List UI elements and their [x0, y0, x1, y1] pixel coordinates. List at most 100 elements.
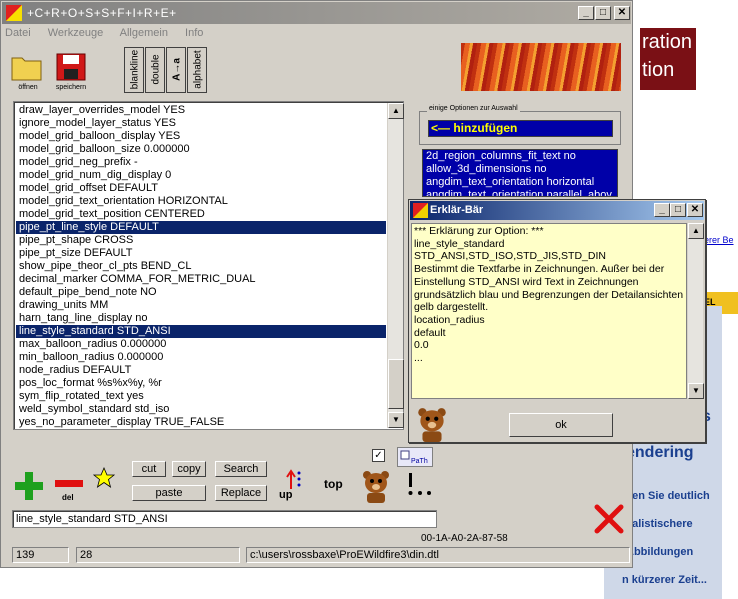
list-item[interactable]: model_grid_text_orientation HORIZONTAL [16, 195, 386, 208]
list-item[interactable]: model_grid_text_position CENTERED [16, 208, 386, 221]
list-item[interactable]: decimal_marker COMMA_FOR_METRIC_DUAL [16, 273, 386, 286]
explanation-line: gelb dargestellt. [414, 301, 489, 314]
close-button[interactable]: ✕ [614, 6, 630, 20]
explanation-line: STD_ANSI,STD_ISO,STD_JIS,STD_DIN [414, 250, 606, 263]
status-path: c:\users\rossbaxe\ProEWildfire3\din.dtl [246, 547, 630, 563]
option-checkbox[interactable]: ✓ [372, 449, 385, 462]
list-item[interactable]: sym_flip_rotated_text yes [16, 390, 386, 403]
list-item[interactable]: drawing_units MM [16, 299, 386, 312]
list-item[interactable]: harn_tang_line_display no [16, 312, 386, 325]
list-item[interactable]: model_grid_balloon_size 0.000000 [16, 143, 386, 156]
explanation-line: ... [414, 352, 423, 365]
search-button[interactable]: Search [215, 461, 267, 477]
list-item[interactable]: yes_no_parameter_display TRUE_FALSE [16, 416, 386, 429]
edit-field[interactable]: line_style_standard STD_ANSI [12, 510, 437, 528]
path-label: PaTh [411, 458, 428, 465]
menu-datei[interactable]: Datei [5, 27, 31, 39]
title-bar[interactable]: +C+R+O+S+S+F+I+R+E+ _ □ ✕ [2, 2, 631, 24]
feature-text: endering [626, 444, 694, 461]
list-item[interactable]: min_balloon_radius 0.000000 [16, 351, 386, 364]
open-button[interactable]: öffnen [11, 53, 45, 93]
list-item[interactable]: pipe_pt_shape CROSS [16, 234, 386, 247]
double-button[interactable]: double [145, 47, 165, 93]
menu-werkzeuge[interactable]: Werkzeuge [48, 27, 103, 39]
plus-icon[interactable] [13, 471, 45, 501]
list-item[interactable]: draw_layer_overrides_model YES [16, 104, 386, 117]
dialog-scrollbar[interactable]: ▲ ▼ [687, 223, 704, 399]
menu-allgemein[interactable]: Allgemein [120, 27, 168, 39]
list-item[interactable]: pos_loc_format %s%x%y, %r [16, 377, 386, 390]
bear-icon[interactable] [361, 469, 391, 503]
list-item[interactable]: weld_symbol_standard std_iso [16, 403, 386, 416]
list-scrollbar[interactable]: ▲ ▼ [387, 103, 404, 428]
double-label: double [150, 54, 162, 85]
app-icon [6, 5, 22, 21]
list-item[interactable]: show_pipe_theor_cl_pts BEND_CL [16, 260, 386, 273]
paste-button[interactable]: paste [132, 485, 206, 501]
alphabet-label: alphabet [192, 50, 204, 89]
background-banner: ration tion [640, 28, 696, 90]
explanation-line: 0.0 [414, 339, 429, 352]
config-list-items: draw_layer_overrides_model YES ignore_mod… [16, 104, 386, 429]
blankline-button[interactable]: blankline [124, 47, 144, 93]
list-item[interactable]: line_style_standard STD_ANSI [16, 325, 386, 338]
list-item[interactable]: ignore_model_layer_status YES [16, 117, 386, 130]
add-option-button[interactable]: <— hinzufügen [428, 120, 613, 137]
explanation-line: Einstellung STD_ANSI wird Text in Zeichn… [414, 275, 639, 288]
path-button[interactable]: PaTh [397, 447, 433, 467]
scroll-up-arrow-icon[interactable]: ▲ [388, 103, 404, 119]
maximize-button[interactable]: □ [595, 6, 611, 20]
floppy-icon [56, 53, 86, 81]
feature-text: ealistischere [626, 518, 693, 530]
dialog-scroll-down-icon[interactable]: ▼ [688, 383, 704, 399]
list-item[interactable]: pipe_pt_line_style DEFAULT [16, 221, 386, 234]
option-item[interactable]: angdim_text_orientation parallel_abov [423, 189, 617, 196]
list-item[interactable]: model_grid_num_dig_display 0 [16, 169, 386, 182]
option-item[interactable]: 2d_region_columns_fit_text no [423, 150, 617, 163]
ok-button[interactable]: ok [509, 413, 613, 437]
feature-text: Abbildungen [626, 546, 694, 558]
option-item[interactable]: allow_3d_dimensions no [423, 163, 617, 176]
background-link[interactable]: erer Be [704, 235, 734, 245]
dialog-maximize-button[interactable]: □ [670, 203, 686, 217]
minimize-button[interactable]: _ [578, 6, 594, 20]
save-button[interactable]: speichern [51, 53, 91, 93]
list-item[interactable]: model_grid_neg_prefix - [16, 156, 386, 169]
explanation-text: *** Erklärung zur Option: *** line_style… [411, 223, 687, 399]
copy-button[interactable]: copy [172, 461, 206, 477]
feature-text: n kürzerer Zeit... [622, 574, 707, 586]
dialog-close-button[interactable]: ✕ [687, 203, 703, 217]
replace-button[interactable]: Replace [215, 485, 267, 501]
minus-icon[interactable] [54, 479, 84, 489]
cut-button[interactable]: cut [132, 461, 166, 477]
option-item[interactable]: angdim_text_orientation horizontal [423, 176, 617, 189]
explanation-line: *** Erklärung zur Option: *** [414, 225, 544, 237]
list-item[interactable]: default_pipe_bend_note NO [16, 286, 386, 299]
scroll-thumb[interactable] [388, 359, 404, 409]
list-item[interactable]: node_radius DEFAULT [16, 364, 386, 377]
explain-dialog: Erklär-Bär _ □ ✕ *** Erklärung zur Optio… [408, 199, 706, 443]
dialog-minimize-button[interactable]: _ [654, 203, 670, 217]
list-item[interactable]: model_grid_offset DEFAULT [16, 182, 386, 195]
list-item[interactable]: pipe_pt_size DEFAULT [16, 247, 386, 260]
menu-info[interactable]: Info [185, 27, 203, 39]
list-item[interactable]: model_grid_balloon_display YES [16, 130, 386, 143]
info-icon[interactable] [405, 471, 433, 499]
options-group-title: einige Optionen zur Auswahl [427, 105, 520, 112]
dialog-title-bar[interactable]: Erklär-Bär _ □ ✕ [410, 201, 704, 220]
dialog-scroll-up-icon[interactable]: ▲ [688, 223, 704, 239]
case-button[interactable]: A→a [166, 47, 186, 93]
options-list[interactable]: 2d_region_columns_fit_text no allow_3d_d… [422, 149, 618, 197]
star-icon[interactable] [93, 467, 115, 489]
alphabet-button[interactable]: alphabet [187, 47, 207, 93]
feature-text: llen Sie deutlich [626, 490, 710, 502]
move-up-arrow-icon[interactable] [285, 467, 309, 491]
top-button[interactable]: top [324, 477, 343, 491]
scroll-down-arrow-icon[interactable]: ▼ [388, 412, 404, 428]
explanation-line: default [414, 326, 446, 339]
dialog-bear-icon [418, 408, 446, 442]
list-item[interactable]: max_balloon_radius 0.000000 [16, 338, 386, 351]
status-column: 28 [76, 547, 240, 563]
config-list[interactable]: draw_layer_overrides_model YES ignore_mod… [13, 101, 404, 430]
close-x-icon[interactable] [593, 503, 625, 535]
